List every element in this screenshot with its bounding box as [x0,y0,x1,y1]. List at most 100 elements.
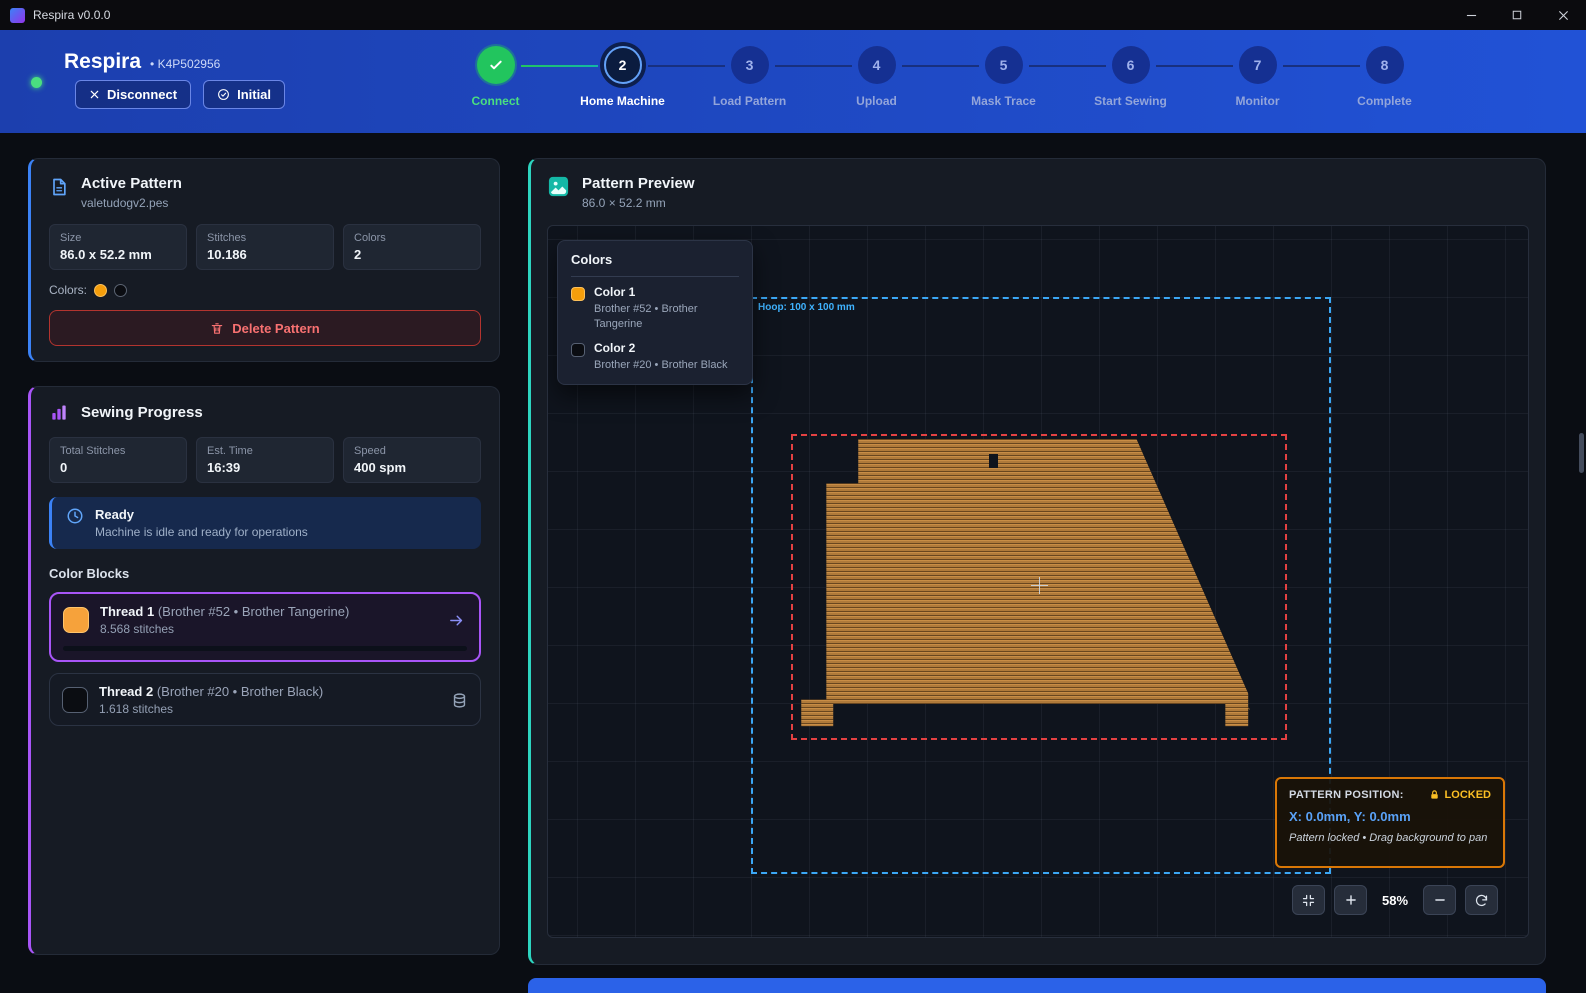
clock-icon [66,507,84,525]
sewing-progress-card: Sewing Progress Total Stitches 0 Est. Ti… [28,386,500,955]
step-home-machine: 2 Home Machine [559,46,686,108]
workflow-stepper: Connect 2 Home Machine 3 Load Pattern 4 … [432,46,1448,108]
step-load-pattern-circle[interactable]: 3 [731,46,769,84]
pattern-preview-card: Pattern Preview 86.0 × 52.2 mm Colors Co… [528,158,1546,965]
app-window: Respira v0.0.0 Respira • K4P502956 Disco… [0,0,1586,993]
bottom-action-bar[interactable] [528,978,1546,993]
thread-2-swatch [62,687,88,713]
step-monitor-circle[interactable]: 7 [1239,46,1277,84]
machine-serial: • K4P502956 [150,57,220,71]
zoom-level: 58% [1376,893,1414,908]
step-start-sewing-circle[interactable]: 6 [1112,46,1150,84]
pattern-position-overlay: PATTERN POSITION: LOCKED X: 0.0mm, Y: 0.… [1275,777,1505,868]
image-icon [547,175,570,198]
pattern-coordinates: X: 0.0mm, Y: 0.0mm [1289,809,1491,824]
legend-divider [571,276,739,277]
minus-icon [1433,893,1447,907]
app-name: Respira [64,50,141,74]
step-connect: Connect [432,46,559,108]
preview-title: Pattern Preview [582,175,695,192]
pan-hint: Pattern locked • Drag background to pan [1289,832,1491,844]
maximize-button[interactable] [1494,0,1540,30]
pattern-notch [989,454,998,468]
fit-screen-icon [1301,893,1316,908]
step-mask-trace-circle[interactable]: 5 [985,46,1023,84]
zoom-out-button[interactable] [1423,885,1456,915]
thread-1-progress-bar [63,646,467,651]
thread-2-card[interactable]: Thread 2 (Brother #20 • Brother Black) 1… [49,673,481,726]
check-icon [488,57,504,73]
brand: Respira • K4P502956 [64,50,220,74]
app-header: Respira • K4P502956 Disconnect Initial C… [0,30,1586,133]
sewing-progress-title: Sewing Progress [81,404,203,421]
check-circle-icon [217,88,230,101]
close-button[interactable] [1540,0,1586,30]
stat-size: Size 86.0 x 52.2 mm [49,224,187,270]
connection-status-dot [31,77,42,88]
legend-entry-color-1: Color 1 Brother #52 • Brother Tangerine [571,285,739,333]
step-upload: 4 Upload [813,46,940,108]
arrow-right-icon [446,612,467,629]
pattern-colors-row: Colors: [49,283,481,297]
color-dot-black [114,284,127,297]
zoom-fit-button[interactable] [1292,885,1325,915]
crosshair-icon [1039,577,1040,594]
stat-total-stitches: Total Stitches 0 [49,437,187,483]
initial-button[interactable]: Initial [203,80,285,109]
step-connect-circle[interactable] [477,46,515,84]
reset-view-button[interactable] [1465,885,1498,915]
step-complete: 8 Complete [1321,46,1448,108]
legend-swatch-orange [571,287,585,301]
active-pattern-title: Active Pattern [81,175,182,192]
stat-colors: Colors 2 [343,224,481,270]
thread-2-stitches: 1.618 stitches [99,702,323,716]
thread-2-name: Thread 2 (Brother #20 • Brother Black) [99,684,323,699]
step-mask-trace: 5 Mask Trace [940,46,1067,108]
step-monitor: 7 Monitor [1194,46,1321,108]
locked-badge[interactable]: LOCKED [1429,789,1491,801]
preview-dimensions: 86.0 × 52.2 mm [582,196,695,210]
color-blocks-title: Color Blocks [49,566,481,581]
layers-icon [451,692,468,709]
disconnect-button[interactable]: Disconnect [75,80,191,109]
step-upload-circle[interactable]: 4 [858,46,896,84]
colors-legend: Colors Color 1 Brother #52 • Brother Tan… [557,240,753,385]
header-buttons: Disconnect Initial [75,80,285,109]
stat-stitches: Stitches 10.186 [196,224,334,270]
step-home-machine-circle[interactable]: 2 [604,46,642,84]
stat-est-time: Est. Time 16:39 [196,437,334,483]
active-pattern-card: Active Pattern valetudogv2.pes Size 86.0… [28,158,500,362]
titlebar: Respira v0.0.0 [0,0,1586,30]
step-start-sewing: 6 Start Sewing [1067,46,1194,108]
bar-chart-icon [49,403,69,423]
pattern-filename: valetudogv2.pes [81,196,182,210]
color-dot-orange [94,284,107,297]
plus-icon [1344,893,1358,907]
hoop-label: Hoop: 100 x 100 mm [758,302,855,313]
progress-stats: Total Stitches 0 Est. Time 16:39 Speed 4… [49,437,481,483]
delete-pattern-button[interactable]: Delete Pattern [49,310,481,346]
x-icon [89,89,100,100]
scrollbar-thumb[interactable] [1579,433,1584,473]
trash-icon [210,321,224,336]
window-title: Respira v0.0.0 [33,8,110,22]
lock-icon [1429,789,1440,801]
zoom-controls: 58% [1292,885,1498,915]
thread-1-name: Thread 1 (Brother #52 • Brother Tangerin… [100,604,349,619]
step-complete-circle[interactable]: 8 [1366,46,1404,84]
window-controls [1448,0,1586,30]
thread-1-stitches: 8.568 stitches [100,622,349,636]
preview-canvas[interactable]: Colors Color 1 Brother #52 • Brother Tan… [547,225,1529,938]
status-title: Ready [95,507,308,522]
status-text: Machine is idle and ready for operations [95,525,308,539]
minimize-button[interactable] [1448,0,1494,30]
app-icon [10,8,25,23]
refresh-icon [1474,893,1489,908]
thread-1-swatch [63,607,89,633]
pattern-stats: Size 86.0 x 52.2 mm Stitches 10.186 Colo… [49,224,481,270]
step-load-pattern: 3 Load Pattern [686,46,813,108]
machine-status-box: Ready Machine is idle and ready for oper… [49,497,481,549]
thread-1-card[interactable]: Thread 1 (Brother #52 • Brother Tangerin… [49,592,481,662]
zoom-in-button[interactable] [1334,885,1367,915]
legend-swatch-black [571,343,585,357]
